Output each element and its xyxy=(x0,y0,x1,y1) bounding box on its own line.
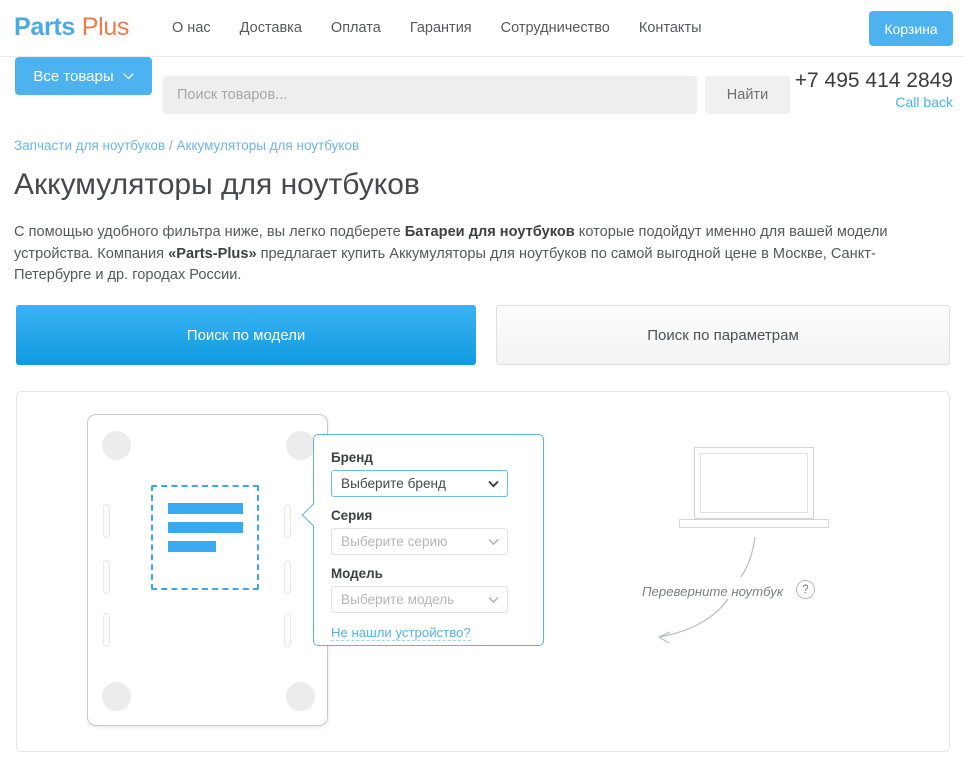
phone-number[interactable]: +7 495 414 2849 xyxy=(795,69,953,93)
laptop-vent-icon xyxy=(284,613,291,647)
breadcrumb-parent[interactable]: Запчасти для ноутбуков xyxy=(14,138,165,153)
intro-bold-2: «Parts-Plus» xyxy=(168,246,256,262)
laptop-foot-icon xyxy=(102,431,131,460)
model-label: Модель xyxy=(331,566,526,581)
search-input[interactable] xyxy=(163,76,697,114)
page-intro: С помощью удобного фильтра ниже, вы легк… xyxy=(14,222,919,287)
breadcrumb-separator: / xyxy=(169,138,173,153)
nav-about[interactable]: О нас xyxy=(172,20,211,36)
site-logo[interactable]: Parts Plus xyxy=(14,13,129,42)
nav-payment[interactable]: Оплата xyxy=(331,20,381,36)
laptop-vent-icon xyxy=(284,560,291,594)
laptop-vent-icon xyxy=(284,504,291,538)
chevron-down-icon xyxy=(123,73,134,80)
device-not-found-link[interactable]: Не нашли устройство? xyxy=(331,625,471,641)
help-icon[interactable]: ? xyxy=(796,580,815,599)
series-label: Серия xyxy=(331,508,526,523)
all-goods-dropdown[interactable]: Все товары xyxy=(15,57,152,95)
service-sticker-highlight xyxy=(151,485,259,590)
sticker-bar-icon xyxy=(168,503,243,514)
laptop-base-icon xyxy=(679,519,829,528)
laptop-screen-inner xyxy=(700,453,808,513)
cart-button[interactable]: Корзина xyxy=(869,11,953,46)
flip-laptop-hint: Переверните ноутбук xyxy=(642,584,783,599)
tab-search-by-model[interactable]: Поиск по модели xyxy=(16,305,476,365)
series-select[interactable]: Выберите серию xyxy=(331,528,508,555)
nav-warranty[interactable]: Гарантия xyxy=(410,20,472,36)
laptop-vent-icon xyxy=(103,504,110,538)
intro-bold-1: Батареи для ноутбуков xyxy=(405,224,575,240)
brand-select[interactable]: Выберите бренд xyxy=(331,470,508,497)
page-title: Аккумуляторы для ноутбуков xyxy=(14,168,420,202)
series-select-value: Выберите серию xyxy=(341,534,447,549)
breadcrumb: Запчасти для ноутбуков / Аккумуляторы дл… xyxy=(14,138,359,153)
nav-delivery[interactable]: Доставка xyxy=(240,20,302,36)
laptop-vent-icon xyxy=(103,613,110,647)
site-header: Parts Plus О нас Доставка Оплата Гаранти… xyxy=(0,0,965,57)
chevron-down-icon xyxy=(488,596,499,603)
logo-part-1: Parts xyxy=(14,13,75,41)
laptop-vent-icon xyxy=(103,560,110,594)
model-select[interactable]: Выберите модель xyxy=(331,586,508,613)
sticker-bar-icon xyxy=(168,541,216,552)
laptop-foot-icon xyxy=(286,431,315,460)
call-back-link[interactable]: Call back xyxy=(795,94,953,110)
laptop-screen-icon xyxy=(694,447,814,519)
chevron-down-icon xyxy=(488,538,499,545)
breadcrumb-current[interactable]: Аккумуляторы для ноутбуков xyxy=(177,138,360,153)
laptop-underside-illustration xyxy=(87,414,328,726)
model-selector-panel: Бренд Выберите бренд Серия Выберите сери… xyxy=(16,391,950,752)
logo-part-2: Plus xyxy=(82,13,129,41)
chevron-down-icon xyxy=(488,480,499,487)
nav-partnership[interactable]: Сотрудничество xyxy=(501,20,610,36)
laptop-foot-icon xyxy=(286,682,315,711)
search-row: Все товары Найти +7 495 414 2849 Call ba… xyxy=(0,57,965,124)
nav-contacts[interactable]: Контакты xyxy=(639,20,702,36)
brand-select-value: Выберите бренд xyxy=(341,476,446,491)
model-select-value: Выберите модель xyxy=(341,592,454,607)
brand-label: Бренд xyxy=(331,450,526,465)
model-filter-callout: Бренд Выберите бренд Серия Выберите сери… xyxy=(313,434,544,646)
sticker-bar-icon xyxy=(168,522,243,533)
tab-search-by-parameters[interactable]: Поиск по параметрам xyxy=(496,305,950,365)
main-navigation: О нас Доставка Оплата Гарантия Сотруднич… xyxy=(172,20,702,36)
laptop-foot-icon xyxy=(102,682,131,711)
intro-text-1: С помощью удобного фильтра ниже, вы легк… xyxy=(14,224,405,240)
flip-laptop-illustration: Переверните ноутбук ? xyxy=(629,447,879,657)
find-button[interactable]: Найти xyxy=(705,76,790,114)
contact-phone-block: +7 495 414 2849 Call back xyxy=(795,69,953,110)
all-goods-label: Все товары xyxy=(33,68,113,85)
